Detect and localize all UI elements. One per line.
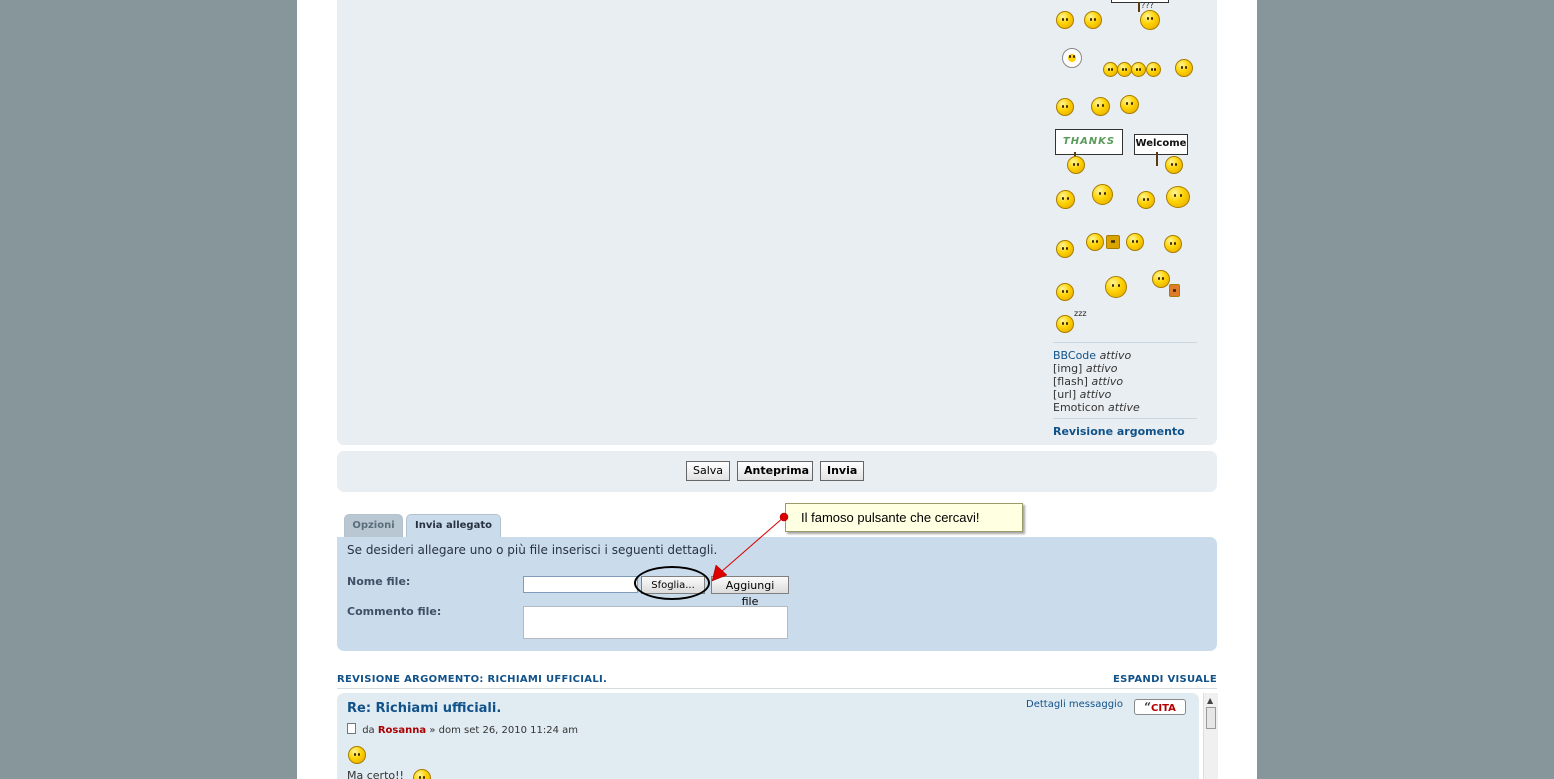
post-meta: da Rosanna » dom set 26, 2010 11:24 am: [347, 723, 578, 736]
hungry-smiley-icon[interactable]: [1105, 276, 1127, 298]
submit-buttons-panel: Salva Anteprima Invia: [337, 451, 1217, 492]
save-button[interactable]: Salva: [686, 461, 730, 481]
post-by-label: da: [362, 725, 375, 736]
angel-smiley-icon[interactable]: [1056, 240, 1074, 258]
thanks-smiley-icon[interactable]: [1067, 156, 1085, 174]
post-icon: [347, 723, 356, 734]
confused-smiley-icon[interactable]: [1140, 10, 1160, 30]
rolling-eyes-smiley-icon[interactable]: [1137, 191, 1155, 209]
post-date: » dom set 26, 2010 11:24 am: [429, 725, 579, 736]
post-body-text: Ma certo!!: [347, 769, 404, 779]
quote-mark-icon: “: [1144, 700, 1152, 714]
thinking-smiley-icon[interactable]: [1175, 59, 1193, 77]
sign-pole: [1138, 2, 1140, 12]
scroll-up-arrow-icon[interactable]: ▲: [1207, 696, 1213, 705]
img-row: [img] attivo: [1053, 362, 1207, 375]
bbcode-row: BBCode attivo: [1053, 349, 1207, 362]
annotation-callout: Il famoso pulsante che cercavi!: [785, 503, 1023, 532]
review-header: REVISIONE ARGOMENTO: RICHIAMI UFFICIALI.…: [337, 674, 1217, 689]
add-file-button[interactable]: Aggiungi file: [711, 576, 789, 608]
question-sign-icon[interactable]: [1111, 0, 1169, 3]
quote-button-label: CITA: [1151, 703, 1176, 714]
forum-page: ??? THANKS Welcome zzz BBCode attivo [im…: [297, 0, 1257, 779]
cheers-smiley-2-icon[interactable]: [1126, 233, 1144, 251]
tab-attach[interactable]: Invia allegato: [406, 514, 501, 537]
preview-button[interactable]: Anteprima: [737, 461, 813, 481]
rolling-eyes-smiley-icon: [348, 746, 366, 764]
flash-row: [flash] attivo: [1053, 375, 1207, 388]
beer-icon: [1106, 235, 1120, 249]
welcome-smiley-icon[interactable]: [1165, 156, 1183, 174]
bbcode-status: BBCode attivo [img] attivo [flash] attiv…: [1053, 343, 1207, 418]
sign-pole: [1156, 152, 1158, 166]
flash-status-text: attivo: [1091, 375, 1124, 388]
surprised-smiley-icon[interactable]: [1091, 97, 1110, 116]
emoticon-status-text: attive: [1108, 401, 1140, 414]
review-heading: REVISIONE ARGOMENTO: RICHIAMI UFFICIALI.: [337, 674, 608, 685]
chef-smiley-icon[interactable]: [1120, 95, 1139, 114]
thanks-sign-icon[interactable]: THANKS: [1055, 129, 1123, 155]
smiley-box: ??? THANKS Welcome zzz BBCode attivo [im…: [1053, 0, 1207, 438]
scroll-thumb[interactable]: [1206, 707, 1216, 729]
question-marks-label: ???: [1141, 1, 1154, 10]
wave-smiley-4-icon[interactable]: [1146, 62, 1161, 77]
sleeping-smiley-icon[interactable]: [1056, 315, 1074, 333]
flash-label: [flash]: [1053, 375, 1088, 388]
smiley-grid: ??? THANKS Welcome zzz: [1053, 0, 1207, 342]
tab-options[interactable]: Opzioni: [344, 514, 403, 537]
waving-smiley-icon[interactable]: [1164, 235, 1182, 253]
annotation-ellipse: [634, 566, 710, 600]
attachment-panel: Se desideri allegare uno o più file inse…: [337, 537, 1217, 651]
file-comment-field[interactable]: [523, 606, 788, 639]
post-details-link[interactable]: Dettagli messaggio: [1026, 699, 1123, 710]
expand-view-link[interactable]: ESPANDI VISUALE: [1113, 674, 1217, 685]
attachment-intro: Se desideri allegare uno o più file inse…: [347, 543, 718, 557]
post-title[interactable]: Re: Richiami ufficiali.: [347, 701, 501, 716]
wave-smiley-3-icon[interactable]: [1131, 62, 1146, 77]
emoticon-row: Emoticon attive: [1053, 401, 1207, 414]
screaming-smiley-icon[interactable]: [1092, 184, 1113, 205]
shocked-smiley-icon[interactable]: [1056, 190, 1075, 209]
url-label: [url]: [1053, 388, 1077, 401]
comment-label: Commento file:: [347, 605, 442, 618]
flower-smiley-icon[interactable]: [1062, 48, 1082, 68]
emoticon-label: Emoticon: [1053, 401, 1105, 414]
review-scrollbar[interactable]: ▲: [1203, 693, 1218, 779]
welcome-sign-icon[interactable]: Welcome: [1134, 134, 1188, 155]
neutral-smiley-icon[interactable]: [1084, 11, 1102, 29]
url-status-text: attivo: [1079, 388, 1112, 401]
post-body: Ma certo!!: [347, 769, 404, 779]
file-path-field[interactable]: [523, 576, 638, 593]
sleeping-zzz-label: zzz: [1074, 309, 1087, 318]
big-eyes-smiley-icon[interactable]: [1166, 186, 1190, 208]
post-author[interactable]: Rosanna: [378, 725, 426, 736]
drinking-glass-icon: [1169, 284, 1180, 297]
drinking-smiley-icon[interactable]: [1152, 270, 1170, 288]
wave-smiley-1-icon[interactable]: [1103, 62, 1118, 77]
img-status-text: attivo: [1085, 362, 1118, 375]
cheers-smiley-1-icon[interactable]: [1086, 233, 1104, 251]
filename-label: Nome file:: [347, 575, 411, 588]
wave-smiley-2-icon[interactable]: [1117, 62, 1132, 77]
revision-link[interactable]: Revisione argomento: [1053, 419, 1207, 438]
review-post: Re: Richiami ufficiali. da Rosanna » dom…: [337, 693, 1199, 779]
editor-panel: ??? THANKS Welcome zzz BBCode attivo [im…: [337, 0, 1217, 445]
bbcode-link[interactable]: BBCode: [1053, 349, 1096, 362]
quote-button[interactable]: “CITA: [1134, 699, 1186, 715]
bbcode-status-text: attivo: [1099, 349, 1132, 362]
img-label: [img]: [1053, 362, 1083, 375]
url-row: [url] attivo: [1053, 388, 1207, 401]
laughing-smiley-icon: [413, 769, 431, 779]
crying-smiley-icon[interactable]: [1056, 98, 1074, 116]
whistling-smiley-icon[interactable]: [1056, 283, 1074, 301]
submit-button[interactable]: Invia: [820, 461, 864, 481]
sad-smiley-icon[interactable]: [1056, 11, 1074, 29]
